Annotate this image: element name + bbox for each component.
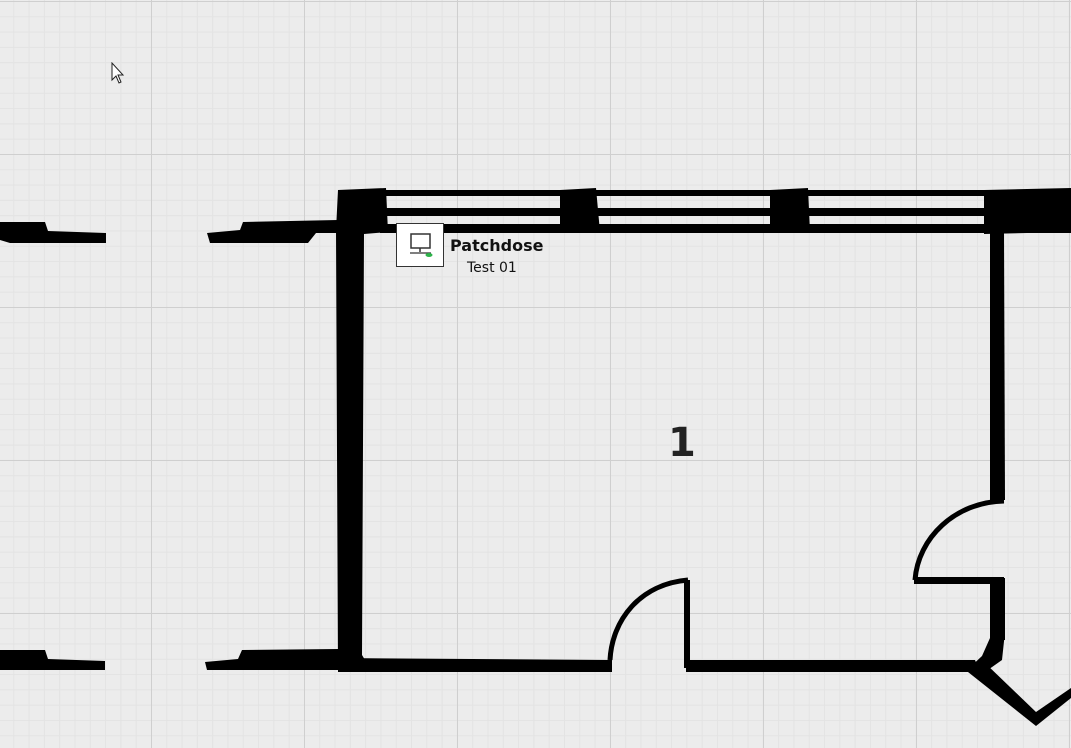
wall-bottom-left	[338, 658, 612, 672]
computer-network-icon	[410, 233, 433, 257]
wall-left-column	[336, 188, 388, 672]
wall-diagonal	[968, 662, 1071, 726]
room-number-label: 1	[668, 420, 696, 466]
door-swing-right	[912, 498, 1005, 581]
wall-stub-left-bottom-1	[0, 650, 105, 670]
floor-plan[interactable]	[0, 0, 1071, 748]
device-name-label[interactable]: Patchdose	[450, 236, 543, 255]
mouse-cursor-icon	[111, 62, 125, 84]
device-description-label: Test 01	[467, 260, 517, 276]
wall-bottom-right	[686, 660, 980, 672]
wall-corner-right	[984, 188, 1071, 234]
window-frame-mid	[380, 208, 1071, 216]
window-frame-bottom	[380, 224, 1071, 233]
wall-right	[990, 230, 1005, 500]
door-leaf-bottom	[684, 580, 690, 668]
wall-stub-left-bottom-2	[205, 649, 338, 670]
window-post-1	[560, 188, 600, 232]
door-swing-bottom	[607, 577, 689, 661]
door-leaf-right	[914, 577, 1004, 584]
window-post-2	[770, 188, 810, 232]
window-frame-top	[380, 190, 1071, 196]
device-node-icon[interactable]	[396, 223, 444, 267]
wall-right-lower	[990, 578, 1005, 640]
wall-stub-left-top-2	[207, 220, 338, 243]
wall-stub-left-top-1	[0, 222, 106, 243]
